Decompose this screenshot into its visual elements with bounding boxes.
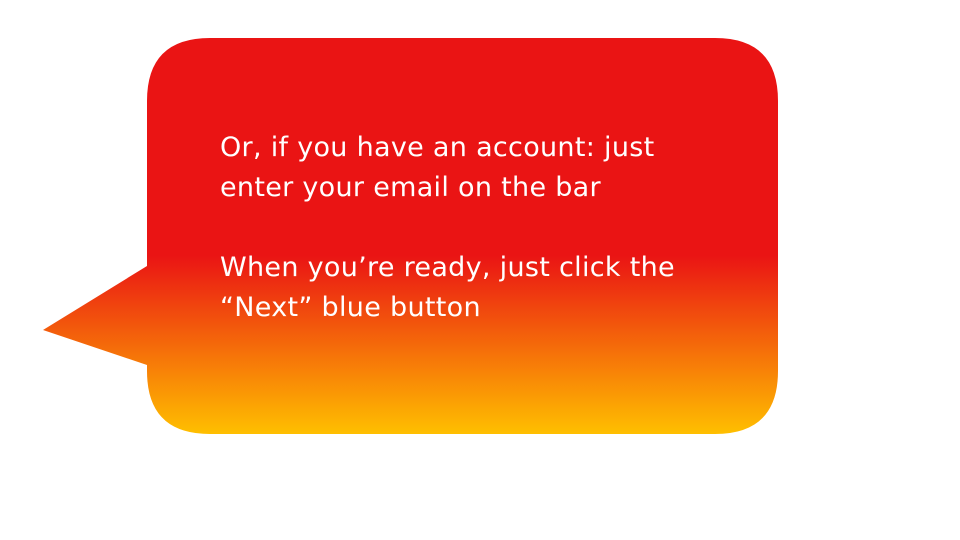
bubble-text-line: Or, if you have an account: just (220, 132, 655, 163)
bubble-paragraph-next: When you’re ready, just click the “Next”… (220, 248, 740, 328)
bubble-message: Or, if you have an account: just enter y… (220, 128, 740, 328)
bubble-text-line: “Next” blue button (220, 292, 481, 323)
bubble-text-line: enter your email on the bar (220, 172, 601, 203)
bubble-paragraph-account: Or, if you have an account: just enter y… (220, 128, 740, 208)
bubble-text-line: When you’re ready, just click the (220, 252, 675, 283)
